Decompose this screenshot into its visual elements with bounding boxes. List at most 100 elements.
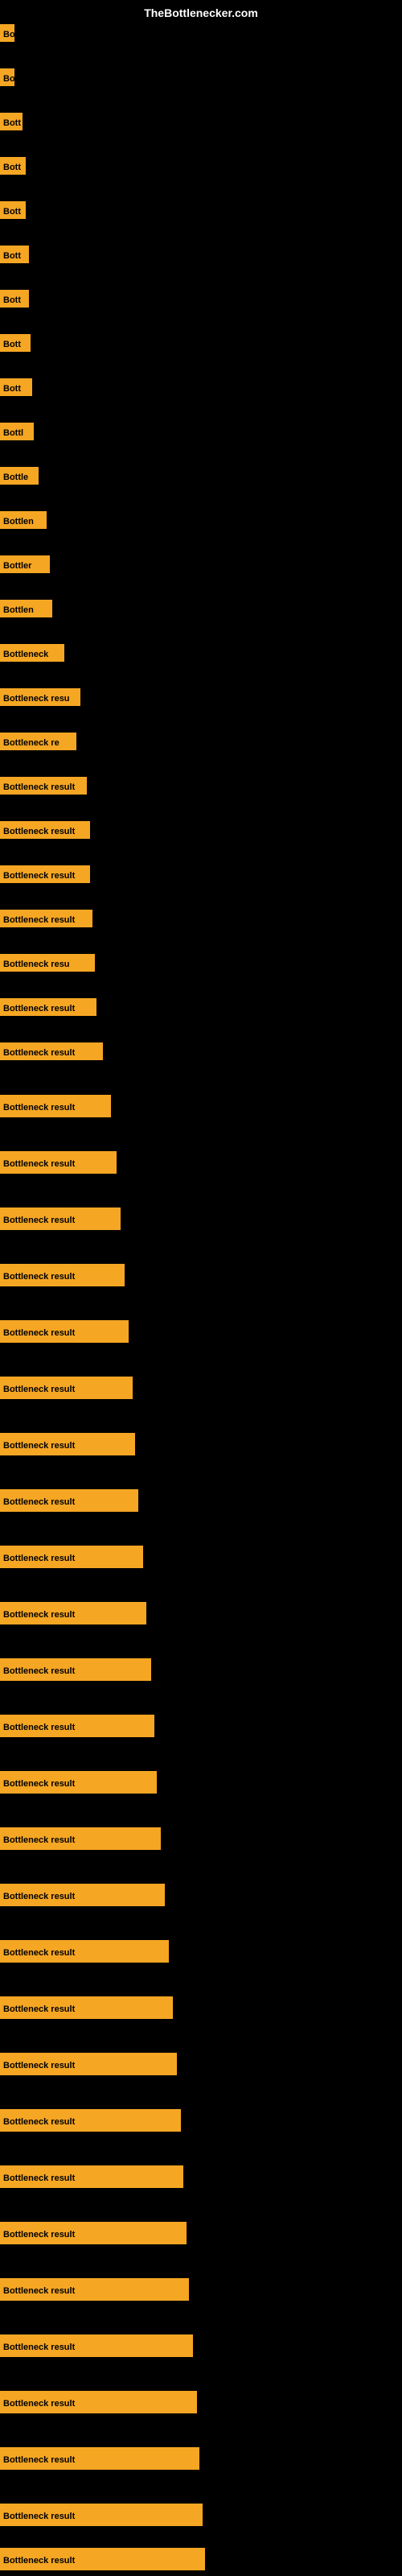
bar-item: Bottleneck result <box>0 2165 183 2188</box>
bar-item: Bottleneck result <box>0 1208 121 1230</box>
bar-item: Bottleneck resu <box>0 954 95 972</box>
bar-item: Bottleneck result <box>0 1658 151 1681</box>
bar-item: Bottleneck result <box>0 1042 103 1060</box>
bar-item: Bottleneck result <box>0 1771 157 1794</box>
bar-item: Bo <box>0 24 14 42</box>
bar-label: Bottleneck result <box>0 1715 154 1737</box>
bar-label: Bottleneck result <box>0 2053 177 2075</box>
bar-label: Bottleneck result <box>0 910 92 927</box>
bar-item: Bottleneck result <box>0 1602 146 1624</box>
bar-item: Bottle <box>0 467 39 485</box>
bar-label: Bottleneck result <box>0 1546 143 1568</box>
bar-label: Bo <box>0 24 14 42</box>
bar-item: Bottleneck result <box>0 1264 125 1286</box>
bar-label: Bottlen <box>0 600 52 617</box>
bar-label: Bott <box>0 378 32 396</box>
bar-label: Bott <box>0 157 26 175</box>
bar-item: Bottleneck result <box>0 1715 154 1737</box>
bar-label: Bottleneck resu <box>0 688 80 706</box>
bar-item: Bottleneck <box>0 644 64 662</box>
bar-item: Bott <box>0 378 32 396</box>
bar-label: Bottleneck re <box>0 733 76 750</box>
bar-item: Bottleneck result <box>0 1320 129 1343</box>
bar-label: Bottleneck result <box>0 821 90 839</box>
bar-label: Bottleneck result <box>0 1827 161 1850</box>
bar-item: Bott <box>0 334 31 352</box>
bar-item: Bott <box>0 290 29 308</box>
bar-item: Bottleneck result <box>0 865 90 883</box>
bar-item: Bottlen <box>0 600 52 617</box>
bar-item: Bottleneck result <box>0 2222 187 2244</box>
bar-item: Bottleneck result <box>0 1151 117 1174</box>
bar-label: Bottleneck result <box>0 2504 203 2526</box>
bar-label: Bottleneck result <box>0 1489 138 1512</box>
bar-label: Bottleneck result <box>0 2165 183 2188</box>
bar-label: Bott <box>0 201 26 219</box>
bar-item: Bottleneck result <box>0 1546 143 1568</box>
bar-item: Bo <box>0 68 14 86</box>
bar-label: Bottleneck result <box>0 1771 157 1794</box>
bar-label: Bottleneck result <box>0 1884 165 1906</box>
bar-item: Bottleneck result <box>0 2504 203 2526</box>
bar-label: Bottleneck resu <box>0 954 95 972</box>
bar-item: Bott <box>0 246 29 263</box>
bar-label: Bo <box>0 68 14 86</box>
bar-item: Bottleneck re <box>0 733 76 750</box>
bar-label: Bottleneck result <box>0 1208 121 1230</box>
bar-label: Bottleneck result <box>0 2548 205 2570</box>
bar-item: Bott <box>0 113 23 130</box>
bar-label: Bottleneck result <box>0 2222 187 2244</box>
bar-label: Bott <box>0 334 31 352</box>
bar-label: Bottleneck <box>0 644 64 662</box>
bar-label: Bottler <box>0 555 50 573</box>
bar-item: Bottleneck result <box>0 1489 138 1512</box>
bar-label: Bottleneck result <box>0 998 96 1016</box>
bar-item: Bottleneck result <box>0 1433 135 1455</box>
bar-item: Bottleneck result <box>0 2334 193 2357</box>
site-title: TheBottlenecker.com <box>144 6 258 19</box>
bar-item: Bottleneck result <box>0 1377 133 1399</box>
bar-label: Bottleneck result <box>0 1602 146 1624</box>
bar-label: Bottleneck result <box>0 2278 189 2301</box>
bar-item: Bottleneck result <box>0 821 90 839</box>
bar-label: Bottleneck result <box>0 1940 169 1963</box>
bar-label: Bottleneck result <box>0 1433 135 1455</box>
bar-item: Bottleneck result <box>0 1827 161 1850</box>
bar-label: Bottleneck result <box>0 1042 103 1060</box>
bar-item: Bottl <box>0 423 34 440</box>
bar-label: Bottleneck result <box>0 2334 193 2357</box>
bar-item: Bottlen <box>0 511 47 529</box>
bar-item: Bottleneck result <box>0 2391 197 2413</box>
bar-label: Bottleneck result <box>0 865 90 883</box>
bar-item: Bottleneck resu <box>0 688 80 706</box>
bar-item: Bottleneck result <box>0 2278 189 2301</box>
bar-item: Bottler <box>0 555 50 573</box>
bar-label: Bott <box>0 290 29 308</box>
bar-label: Bottleneck result <box>0 2391 197 2413</box>
bar-label: Bottleneck result <box>0 1151 117 1174</box>
bar-item: Bottleneck result <box>0 1095 111 1117</box>
bar-item: Bottleneck result <box>0 1996 173 2019</box>
bar-item: Bott <box>0 201 26 219</box>
bar-label: Bott <box>0 113 23 130</box>
bar-item: Bottleneck result <box>0 2447 199 2470</box>
bar-label: Bottl <box>0 423 34 440</box>
bar-label: Bottleneck result <box>0 1658 151 1681</box>
bar-label: Bottleneck result <box>0 1264 125 1286</box>
bar-label: Bottleneck result <box>0 1320 129 1343</box>
bar-label: Bottleneck result <box>0 777 87 795</box>
bar-label: Bottle <box>0 467 39 485</box>
bar-label: Bottleneck result <box>0 2447 199 2470</box>
bar-label: Bottleneck result <box>0 2109 181 2132</box>
bar-item: Bottleneck result <box>0 777 87 795</box>
bar-label: Bott <box>0 246 29 263</box>
bar-item: Bottleneck result <box>0 1940 169 1963</box>
bar-item: Bottleneck result <box>0 998 96 1016</box>
bar-item: Bott <box>0 157 26 175</box>
bar-label: Bottleneck result <box>0 1095 111 1117</box>
bar-label: Bottlen <box>0 511 47 529</box>
bar-label: Bottleneck result <box>0 1377 133 1399</box>
bar-item: Bottleneck result <box>0 2548 205 2570</box>
bar-item: Bottleneck result <box>0 2053 177 2075</box>
bar-label: Bottleneck result <box>0 1996 173 2019</box>
